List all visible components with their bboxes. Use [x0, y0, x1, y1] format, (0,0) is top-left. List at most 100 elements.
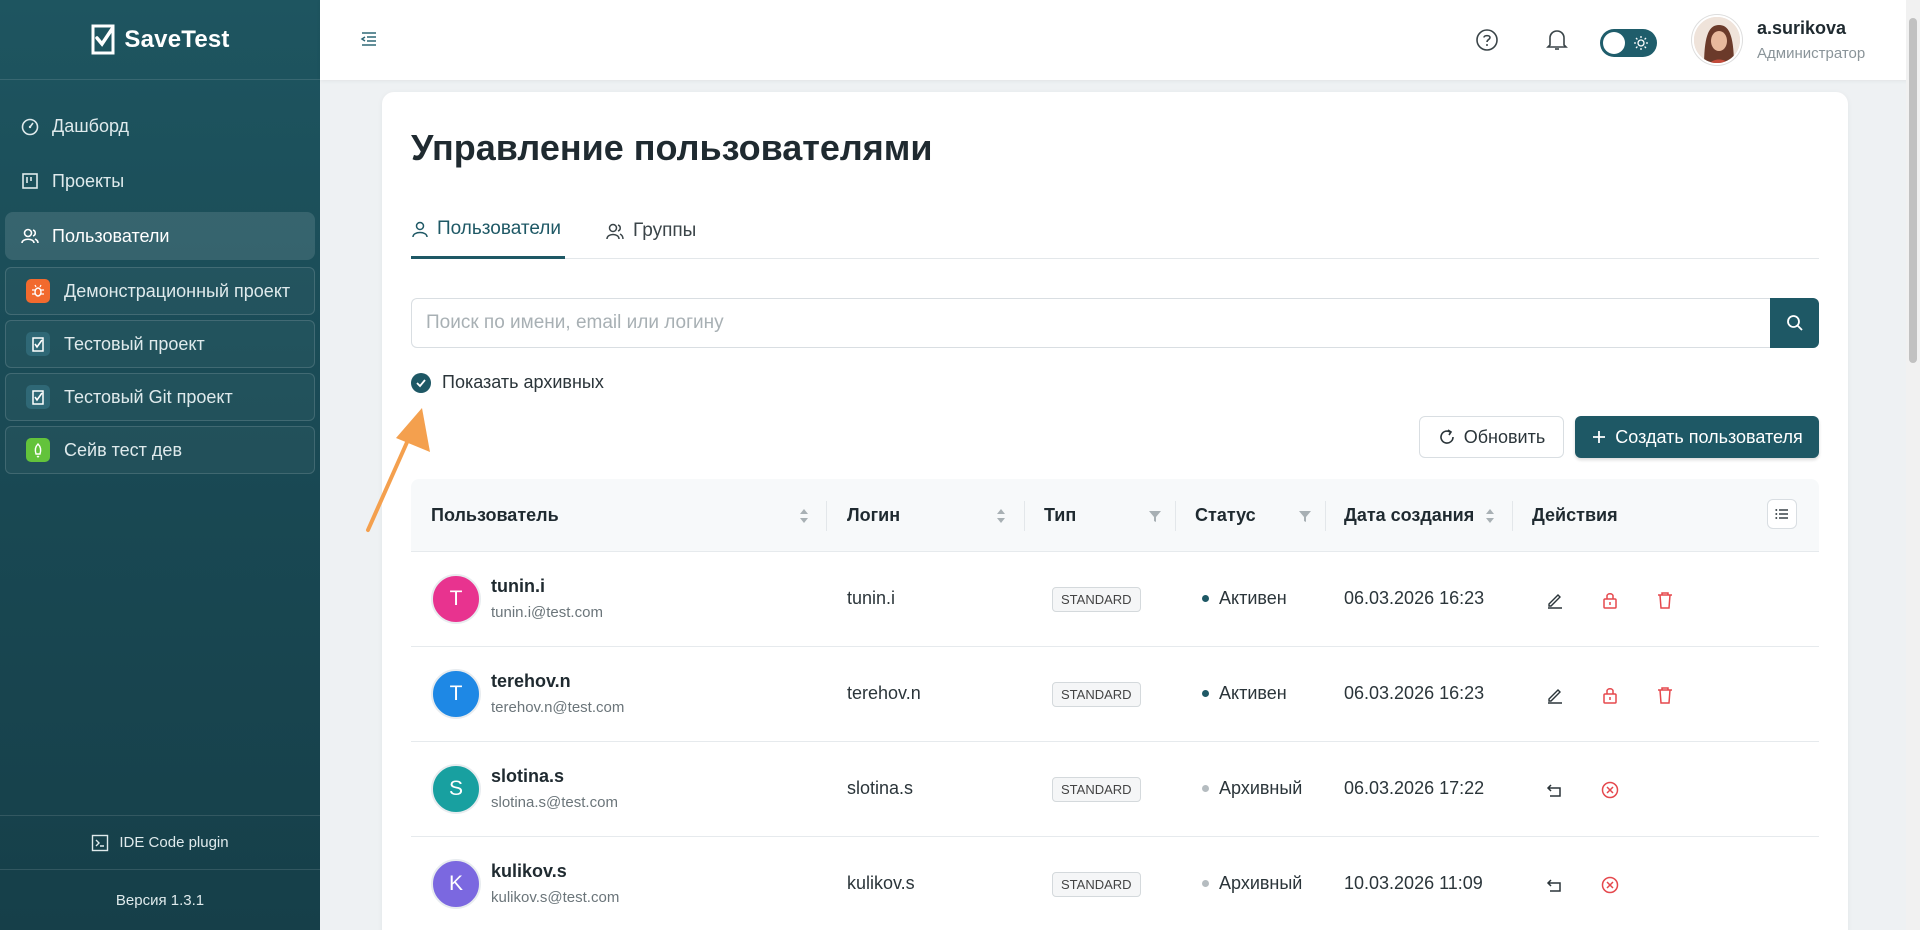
- sort-icon[interactable]: [994, 506, 1008, 526]
- type-badge: STANDARD: [1052, 587, 1141, 612]
- refresh-label: Обновить: [1463, 426, 1546, 447]
- delete-icon[interactable]: [1654, 589, 1676, 611]
- tab-label: Группы: [633, 219, 697, 241]
- user-icon: [412, 221, 428, 238]
- filter-icon[interactable]: [1298, 506, 1312, 526]
- column-header-login[interactable]: Логин: [847, 479, 900, 552]
- status: Активен: [1202, 683, 1287, 704]
- sort-icon[interactable]: [1483, 506, 1497, 526]
- page-scrollbar[interactable]: [1906, 0, 1920, 930]
- created-date: 06.03.2026 17:22: [1344, 778, 1485, 798]
- user-avatar[interactable]: [1692, 15, 1742, 65]
- top-header: a.surikova Администратор: [320, 0, 1920, 80]
- scroll-thumb[interactable]: [1909, 18, 1917, 363]
- ide-plugin-link[interactable]: IDE Code plugin: [0, 815, 320, 870]
- lock-icon[interactable]: [1599, 684, 1621, 706]
- nav-item-users[interactable]: Пользователи: [5, 212, 315, 260]
- delete-icon[interactable]: [1654, 684, 1676, 706]
- dashboard-icon: [21, 118, 39, 136]
- user-name: tunin.i: [491, 576, 545, 596]
- status-dot: [1202, 785, 1209, 792]
- page-title: Управление пользователями: [411, 127, 933, 168]
- project-label: Тестовый Git проект: [64, 386, 233, 407]
- column-header-user[interactable]: Пользователь: [431, 479, 559, 552]
- status-dot: [1202, 690, 1209, 697]
- project-item-test[interactable]: Тестовый проект: [5, 320, 315, 368]
- status-label: Активен: [1219, 588, 1287, 608]
- table-row[interactable]: T terehov.n terehov.n@test.com terehov.n…: [411, 647, 1819, 742]
- refresh-icon: [1439, 429, 1454, 444]
- nav-label: Проекты: [52, 170, 125, 191]
- nav-label: Дашборд: [52, 115, 130, 136]
- restore-icon[interactable]: [1544, 779, 1566, 801]
- user-login: kulikov.s: [847, 873, 915, 893]
- notification-bell-icon[interactable]: [1543, 26, 1571, 54]
- project-item-demo[interactable]: Демонстрационный проект: [5, 267, 315, 315]
- status-label: Активен: [1219, 683, 1287, 703]
- users-icon: [606, 223, 624, 239]
- type-badge: STANDARD: [1052, 777, 1141, 802]
- avatar: T: [431, 574, 481, 624]
- column-settings-button[interactable]: [1767, 499, 1797, 529]
- project-item-dev[interactable]: Сейв тест дев: [5, 426, 315, 474]
- avatar: S: [431, 764, 481, 814]
- delete-permanently-icon[interactable]: [1599, 874, 1621, 896]
- users-table: Пользователь Логин Тип Статус Дата созда…: [411, 479, 1819, 930]
- search-button[interactable]: [1770, 298, 1819, 348]
- users-icon: [21, 228, 39, 244]
- logo[interactable]: SaveTest: [0, 0, 320, 80]
- user-name: kulikov.s: [491, 861, 567, 881]
- users-card: Управление пользователями Пользователи Г…: [382, 92, 1848, 930]
- edit-icon[interactable]: [1544, 684, 1566, 706]
- table-row[interactable]: K kulikov.s kulikov.s@test.com kulikov.s…: [411, 837, 1819, 930]
- theme-toggle[interactable]: [1600, 29, 1657, 57]
- nav-item-dashboard[interactable]: Дашборд: [5, 102, 315, 150]
- project-logo-icon: [26, 332, 50, 356]
- table-row[interactable]: T tunin.i tunin.i@test.com tunin.i STAND…: [411, 552, 1819, 647]
- create-user-button[interactable]: Создать пользователя: [1575, 416, 1819, 458]
- project-label: Сейв тест дев: [64, 439, 183, 460]
- status-dot: [1202, 595, 1209, 602]
- version-label: Версия 1.3.1: [115, 891, 205, 909]
- list-icon: [1775, 509, 1788, 519]
- column-header-type[interactable]: Тип: [1044, 479, 1076, 552]
- search-bar: [411, 298, 1819, 348]
- column-header-status[interactable]: Статус: [1195, 479, 1256, 552]
- status-label: Архивный: [1219, 778, 1303, 798]
- user-email: terehov.n@test.com: [491, 699, 625, 716]
- bug-icon: [26, 279, 50, 303]
- restore-icon[interactable]: [1544, 874, 1566, 896]
- main-nav: Дашборд Проекты Пользователи Демонстраци…: [0, 80, 320, 474]
- project-logo-icon: [26, 385, 50, 409]
- sidebar-footer: IDE Code plugin Версия 1.3.1: [0, 815, 320, 930]
- delete-permanently-icon[interactable]: [1599, 779, 1621, 801]
- sort-icon[interactable]: [797, 506, 811, 526]
- user-name: slotina.s: [491, 766, 565, 786]
- user-email: kulikov.s@test.com: [491, 889, 620, 906]
- search-input[interactable]: [411, 298, 1771, 348]
- column-header-created[interactable]: Дата создания: [1344, 479, 1474, 552]
- lock-icon[interactable]: [1599, 589, 1621, 611]
- collapse-menu-icon[interactable]: [360, 30, 380, 50]
- filter-icon[interactable]: [1148, 506, 1162, 526]
- nav-item-projects[interactable]: Проекты: [5, 157, 315, 205]
- project-item-git[interactable]: Тестовый Git проект: [5, 373, 315, 421]
- user-name: terehov.n: [491, 671, 571, 691]
- table-row[interactable]: S slotina.s slotina.s@test.com slotina.s…: [411, 742, 1819, 837]
- status-label: Архивный: [1219, 873, 1303, 893]
- tab-label: Пользователи: [437, 218, 562, 239]
- project-label: Демонстрационный проект: [64, 280, 291, 301]
- help-icon[interactable]: [1473, 26, 1501, 54]
- refresh-button[interactable]: Обновить: [1419, 416, 1564, 458]
- create-user-label: Создать пользователя: [1615, 426, 1803, 447]
- status: Активен: [1202, 588, 1287, 609]
- tab-users[interactable]: Пользователи: [411, 202, 565, 259]
- logo-text: SaveTest: [124, 25, 230, 53]
- show-archived-label: Показать архивных: [442, 372, 604, 392]
- tab-groups[interactable]: Группы: [605, 202, 696, 259]
- edit-icon[interactable]: [1544, 589, 1566, 611]
- user-name: a.surikova: [1757, 18, 1847, 38]
- created-date: 10.03.2026 11:09: [1344, 873, 1483, 893]
- sun-icon: [1634, 36, 1648, 50]
- project-label: Тестовый проект: [64, 333, 205, 354]
